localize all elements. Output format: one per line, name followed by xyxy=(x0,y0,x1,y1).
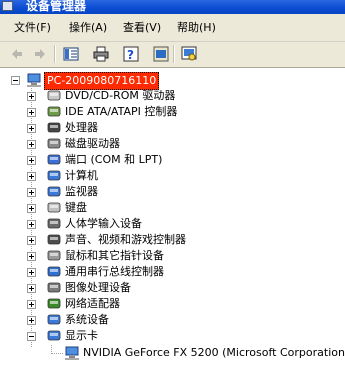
port-icon xyxy=(47,154,61,165)
menu-view[interactable]: 查看(V) xyxy=(123,21,161,35)
processor-icon xyxy=(47,122,61,133)
tree-category-label: 鼠标和其它指针设备 xyxy=(65,249,164,262)
tree-category[interactable]: 鼠标和其它指针设备 xyxy=(27,248,327,264)
menu-file[interactable]: 文件(F) xyxy=(14,21,51,35)
print-icon[interactable] xyxy=(93,46,109,62)
expand-toggle[interactable] xyxy=(27,92,36,101)
tree-category-label: 显示卡 xyxy=(65,329,98,342)
expand-toggle[interactable] xyxy=(27,172,36,181)
tree-root[interactable]: PC-2009080716110 xyxy=(8,72,208,90)
collapse-toggle[interactable] xyxy=(27,332,36,341)
tree-category-label: 系统设备 xyxy=(65,313,109,326)
tree-category-label: 键盘 xyxy=(65,201,87,214)
scan-hardware-icon[interactable] xyxy=(181,46,197,62)
display-adapter-icon xyxy=(47,330,61,341)
toolbar: ? xyxy=(0,42,345,68)
tree-category-label: 图像处理设备 xyxy=(65,281,131,294)
menu-action[interactable]: 操作(A) xyxy=(69,21,107,35)
tree-category-label: 通用串行总线控制器 xyxy=(65,265,164,278)
expand-toggle[interactable] xyxy=(27,316,36,325)
tree-category[interactable]: 键盘 xyxy=(27,200,327,216)
tree-category-label: 监视器 xyxy=(65,185,98,198)
help-icon[interactable]: ? xyxy=(123,46,139,62)
tree-child-display-device[interactable]: NVIDIA GeForce FX 5200 (Microsoft Corpor… xyxy=(62,345,345,361)
tree-category-label: 计算机 xyxy=(65,169,98,182)
title-bar: 设备管理器 xyxy=(0,0,345,14)
tree-category-label: 人体学输入设备 xyxy=(65,217,142,230)
tree-category-label: 端口 (COM 和 LPT) xyxy=(65,153,163,166)
display-adapter-icon xyxy=(65,346,79,360)
expand-toggle[interactable] xyxy=(27,124,36,133)
tree-category[interactable]: IDE ATA/ATAPI 控制器 xyxy=(27,104,327,120)
tree-category[interactable]: 声音、视频和游戏控制器 xyxy=(27,232,327,248)
tree-category-label: IDE ATA/ATAPI 控制器 xyxy=(65,105,178,118)
network-adapter-icon xyxy=(47,298,61,309)
sound-icon xyxy=(47,234,61,245)
expand-toggle[interactable] xyxy=(27,156,36,165)
tree-category-label: 磁盘驱动器 xyxy=(65,137,120,150)
expand-toggle[interactable] xyxy=(27,236,36,245)
tree-category-label: 声音、视频和游戏控制器 xyxy=(65,233,186,246)
expand-toggle[interactable] xyxy=(27,252,36,261)
disk-drive-icon xyxy=(47,138,61,149)
tree-category[interactable]: 监视器 xyxy=(27,184,327,200)
ide-controller-icon xyxy=(47,106,61,117)
tree-category-label: 处理器 xyxy=(65,121,98,134)
expand-toggle[interactable] xyxy=(27,204,36,213)
tree-category[interactable]: 人体学输入设备 xyxy=(27,216,327,232)
dvd-drive-icon xyxy=(47,90,61,101)
tree-category[interactable]: 计算机 xyxy=(27,168,327,184)
device-manager-icon xyxy=(2,1,13,11)
device-tree: PC-2009080716110 DVD/CD-ROM 驱动器 IDE ATA/A… xyxy=(0,68,345,384)
tree-category[interactable]: 通用串行总线控制器 xyxy=(27,264,327,280)
expand-toggle[interactable] xyxy=(27,108,36,117)
hid-icon xyxy=(47,218,61,229)
tree-category[interactable]: 显示卡 xyxy=(27,328,327,344)
expand-toggle[interactable] xyxy=(27,268,36,277)
forward-arrow-icon[interactable] xyxy=(32,46,48,62)
computer-icon xyxy=(47,170,61,181)
window-title: 设备管理器 xyxy=(26,0,87,13)
tree-category[interactable]: 处理器 xyxy=(27,120,327,136)
expand-toggle[interactable] xyxy=(27,284,36,293)
expand-toggle[interactable] xyxy=(27,140,36,149)
tree-category[interactable]: 网络适配器 xyxy=(27,296,327,312)
menu-help[interactable]: 帮助(H) xyxy=(177,21,216,35)
computer-icon xyxy=(27,73,41,87)
usb-icon xyxy=(47,266,61,277)
tree-category[interactable]: DVD/CD-ROM 驱动器 xyxy=(27,88,327,104)
imaging-icon xyxy=(47,282,61,293)
tree-category[interactable]: 图像处理设备 xyxy=(27,280,327,296)
expand-toggle[interactable] xyxy=(27,188,36,197)
system-device-icon xyxy=(47,314,61,325)
mouse-icon xyxy=(47,250,61,261)
tree-category-label: 网络适配器 xyxy=(65,297,120,310)
expand-toggle[interactable] xyxy=(27,220,36,229)
monitor-icon xyxy=(47,186,61,197)
toolbar-separator xyxy=(173,45,175,63)
collapse-toggle[interactable] xyxy=(11,76,20,85)
menu-bar: 文件(F) 操作(A) 查看(V) 帮助(H) xyxy=(0,14,345,42)
tree-category[interactable]: 端口 (COM 和 LPT) xyxy=(27,152,327,168)
tree-category[interactable]: 系统设备 xyxy=(27,312,327,328)
toolbar-separator xyxy=(54,45,56,63)
svg-text:?: ? xyxy=(127,48,134,62)
keyboard-icon xyxy=(47,202,61,213)
expand-toggle[interactable] xyxy=(27,300,36,309)
tree-category[interactable]: 磁盘驱动器 xyxy=(27,136,327,152)
update-driver-icon[interactable] xyxy=(153,46,169,62)
device-name: NVIDIA GeForce FX 5200 (Microsoft Corpor… xyxy=(83,346,345,359)
back-arrow-icon[interactable] xyxy=(9,46,25,62)
tree-category-label: DVD/CD-ROM 驱动器 xyxy=(65,89,176,102)
properties-panel-icon[interactable] xyxy=(63,46,79,62)
